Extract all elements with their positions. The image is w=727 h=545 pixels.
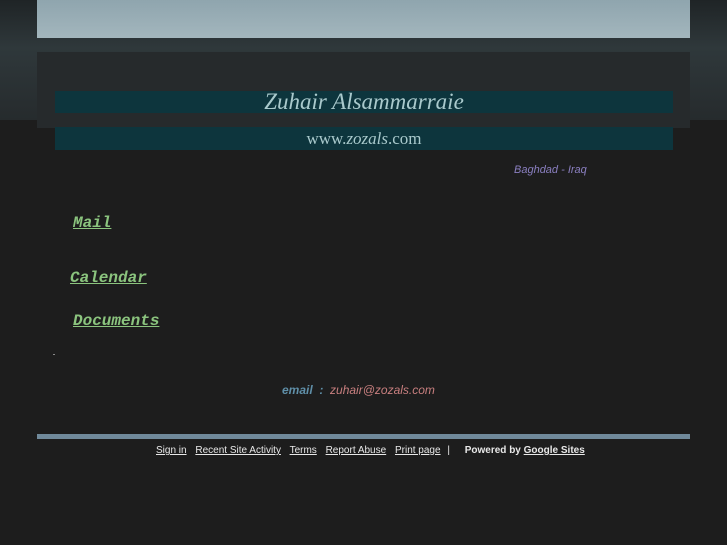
site-url: www.zozals.com (55, 127, 673, 150)
url-domain: zozals (346, 129, 389, 148)
google-sites-link[interactable]: Google Sites (524, 445, 585, 456)
report-abuse-link[interactable]: Report Abuse (326, 445, 387, 456)
documents-link[interactable]: Documents (73, 312, 159, 330)
calendar-link[interactable]: Calendar (70, 269, 147, 287)
divider-dot (53, 354, 55, 355)
url-prefix: www. (306, 129, 347, 148)
email-line: email : zuhair@zozals.com (282, 383, 435, 397)
powered-by-text: Powered by (464, 445, 521, 456)
email-label: email : (282, 383, 324, 397)
footer-rule (37, 434, 690, 439)
terms-link[interactable]: Terms (290, 445, 317, 456)
sign-in-link[interactable]: Sign in (156, 445, 187, 456)
recent-activity-link[interactable]: Recent Site Activity (195, 445, 281, 456)
print-page-link[interactable]: Print page (395, 445, 441, 456)
mail-link[interactable]: Mail (73, 214, 111, 232)
location-text: Baghdad - Iraq (514, 164, 587, 176)
email-value[interactable]: zuhair@zozals.com (330, 383, 435, 397)
url-suffix: .com (388, 129, 422, 148)
footer: Sign in Recent Site Activity Terms Repor… (156, 445, 585, 456)
site-title: Zuhair Alsammarraie (55, 90, 673, 113)
top-banner (37, 0, 690, 38)
footer-separator: | (447, 445, 450, 456)
